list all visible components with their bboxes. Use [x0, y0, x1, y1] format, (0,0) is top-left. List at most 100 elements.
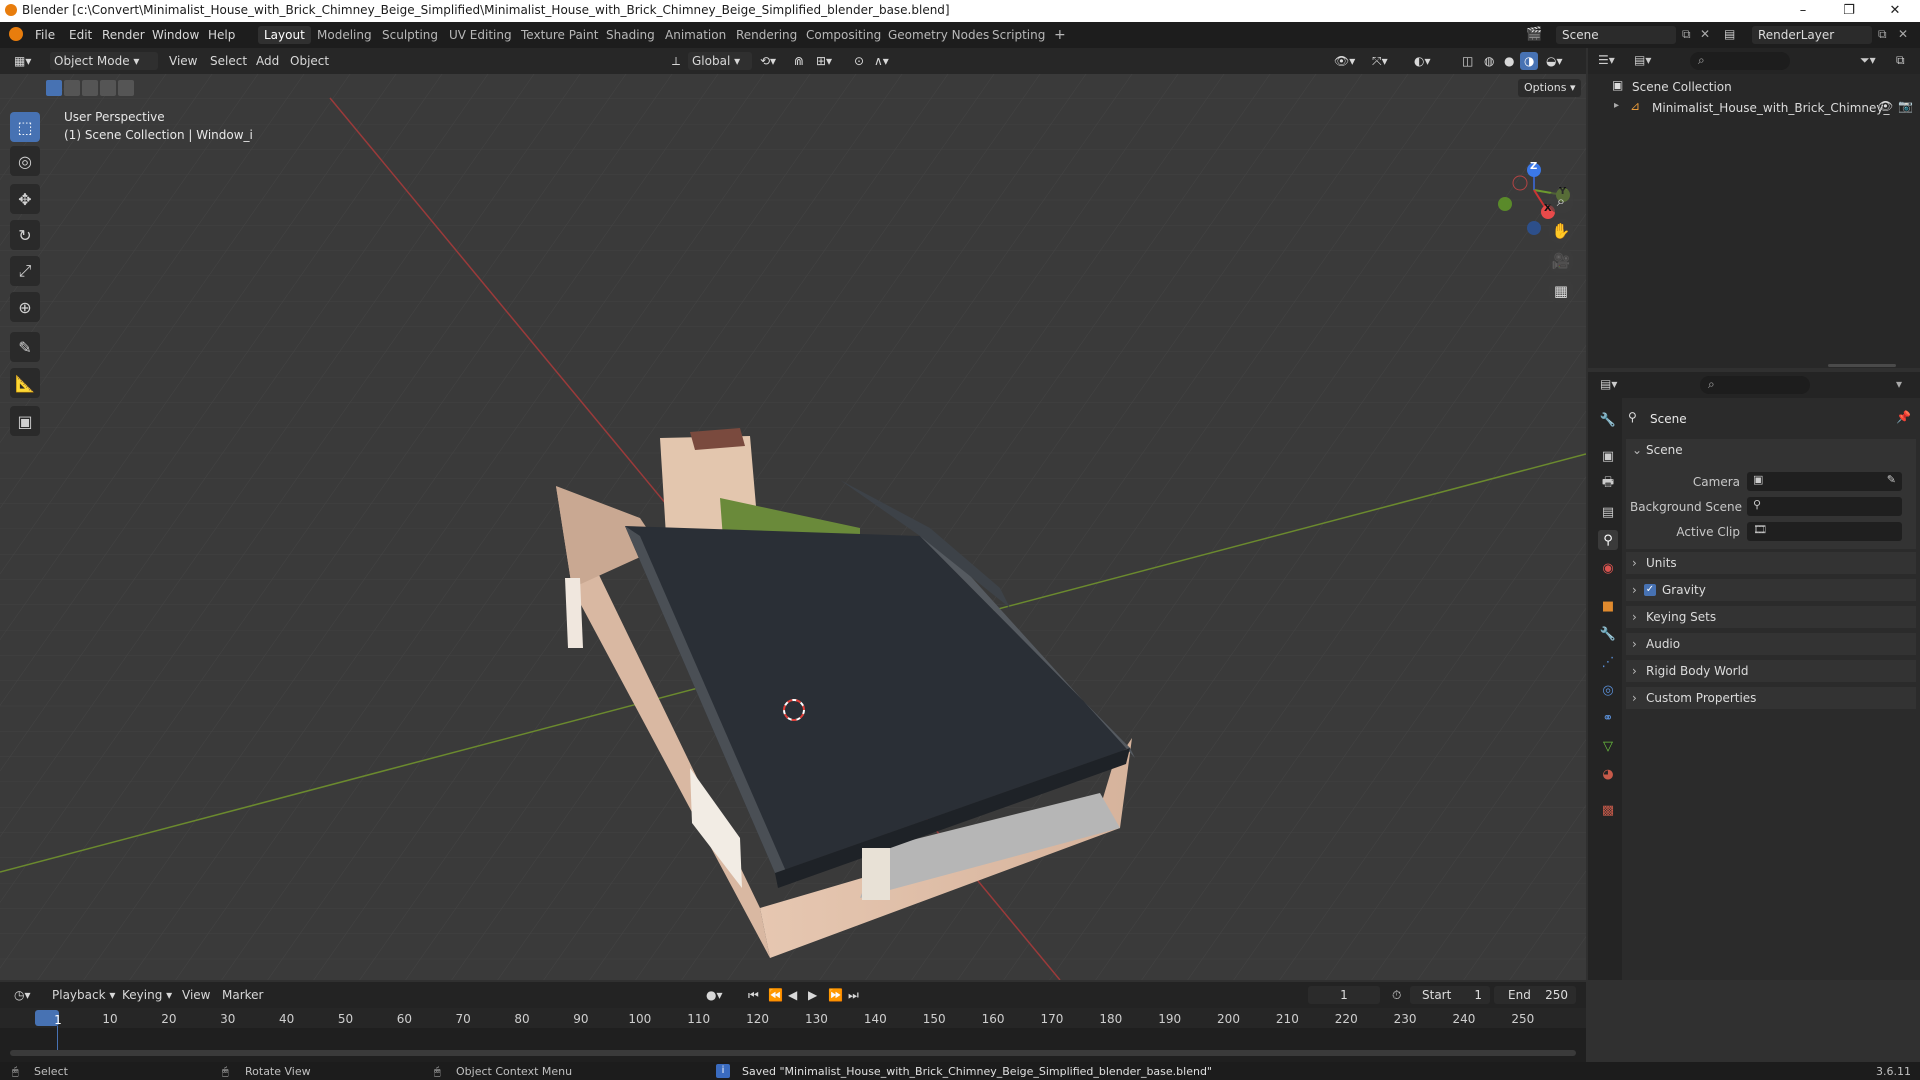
hide-eye-icon[interactable]: 👁 [1878, 99, 1893, 113]
timeline-scrollbar[interactable] [10, 1050, 1576, 1056]
properties-editor-type-icon[interactable]: ▤▾ [1600, 377, 1617, 391]
outliner-scrollbar[interactable] [1828, 364, 1896, 367]
viewport-menu-object[interactable]: Object [286, 52, 333, 70]
viewport-menu-add[interactable]: Add [252, 52, 283, 70]
select-mode-new-icon[interactable] [46, 80, 62, 96]
close-button[interactable]: ✕ [1872, 0, 1918, 22]
outliner-item-house[interactable]: Minimalist_House_with_Brick_Chimney_ [1652, 101, 1890, 115]
gizmo-toggle-icon[interactable]: ⤧▾ [1368, 52, 1392, 70]
units-panel[interactable]: › Units [1626, 552, 1916, 574]
tab-modeling[interactable]: Modeling [311, 26, 378, 44]
active-clip-field[interactable]: 🎞 [1747, 522, 1902, 541]
physics-tab-icon[interactable]: ◎ [1598, 680, 1618, 700]
solid-shading-icon[interactable]: ● [1500, 52, 1518, 70]
jump-end-icon[interactable]: ⏭ [844, 986, 863, 1004]
scene-selector[interactable]: Scene [1556, 26, 1676, 44]
snap-icon[interactable]: ⋒ [790, 52, 808, 70]
maximize-button[interactable]: ❐ [1826, 0, 1872, 22]
expand-arrow-icon[interactable]: ▸ [1614, 100, 1619, 111]
measure-tool[interactable]: 📐 [10, 368, 40, 398]
new-scene-icon[interactable]: ⧉ [1682, 27, 1691, 42]
properties-options-icon[interactable]: ▾ [1896, 377, 1902, 391]
keying-sets-panel[interactable]: › Keying Sets [1626, 606, 1916, 628]
overlay-toggle-icon[interactable]: ◐▾ [1410, 52, 1435, 70]
outliner-editor-type-icon[interactable]: ☰▾ [1598, 53, 1615, 67]
audio-panel[interactable]: › Audio [1626, 633, 1916, 655]
eyedropper-icon[interactable]: ✎ [1887, 473, 1896, 486]
custom-properties-panel[interactable]: › Custom Properties [1626, 687, 1916, 709]
timeline-menu-keying[interactable]: Keying ▾ [118, 986, 176, 1004]
scene-panel-header[interactable]: ⌄ Scene [1626, 439, 1916, 463]
view-layer-tab-icon[interactable]: ▤ [1598, 502, 1618, 522]
add-cube-tool[interactable]: ▣ [10, 406, 40, 436]
particles-tab-icon[interactable]: ⋰ [1598, 652, 1618, 672]
rigid-body-world-panel[interactable]: › Rigid Body World [1626, 660, 1916, 682]
timeline-menu-playback[interactable]: Playback ▾ [48, 986, 119, 1004]
render-tab-icon[interactable]: ▣ [1598, 446, 1618, 466]
timeline-menu-marker[interactable]: Marker [218, 986, 267, 1004]
render-camera-icon[interactable]: 📷 [1898, 99, 1913, 113]
menu-edit[interactable]: Edit [69, 28, 92, 42]
menu-help[interactable]: Help [208, 28, 235, 42]
gravity-checkbox[interactable]: ✓ [1644, 584, 1656, 596]
end-frame-field[interactable]: End 250 [1494, 986, 1576, 1004]
add-workspace-button[interactable]: + [1048, 26, 1072, 44]
xray-toggle-icon[interactable]: ◫ [1458, 52, 1477, 70]
proportional-edit-icon[interactable]: ⊙ [850, 52, 868, 70]
delete-view-layer-icon[interactable]: ✕ [1898, 27, 1908, 41]
tab-texture-paint[interactable]: Texture Paint [515, 26, 604, 44]
current-frame-field[interactable]: 1 [1308, 986, 1380, 1004]
tab-animation[interactable]: Animation [659, 26, 732, 44]
select-box-tool[interactable]: ⬚ [10, 112, 40, 142]
rendered-shading-icon[interactable]: ◒▾ [1542, 52, 1567, 70]
pin-icon[interactable]: 📌 [1896, 410, 1911, 424]
tab-scripting[interactable]: Scripting [986, 26, 1051, 44]
start-frame-field[interactable]: Start 1 [1410, 986, 1490, 1004]
play-reverse-icon[interactable]: ◀ [784, 986, 801, 1004]
tab-layout[interactable]: Layout [258, 26, 311, 44]
orientation-dropdown[interactable]: Global ▾ [688, 52, 752, 70]
scene-tab-icon[interactable]: ⚲ [1598, 530, 1618, 550]
world-tab-icon[interactable]: ◉ [1598, 558, 1618, 578]
timeline-menu-view[interactable]: View [178, 986, 214, 1004]
minimize-button[interactable]: – [1780, 0, 1826, 22]
select-mode-intersect-icon[interactable] [118, 80, 134, 96]
editor-type-icon[interactable]: ▦▾ [10, 52, 35, 70]
texture-tab-icon[interactable]: ▩ [1598, 800, 1618, 820]
transform-tool[interactable]: ⊕ [10, 292, 40, 322]
menu-window[interactable]: Window [152, 28, 199, 42]
select-mode-subtract-icon[interactable] [82, 80, 98, 96]
pivot-icon[interactable]: ⟲▾ [756, 52, 780, 70]
new-collection-icon[interactable]: ⧉ [1896, 53, 1905, 68]
outliner-search-input[interactable]: ⌕ [1690, 52, 1790, 70]
constraints-tab-icon[interactable]: ⚭ [1598, 708, 1618, 728]
output-tab-icon[interactable]: 🖶 [1598, 474, 1618, 494]
material-shading-icon[interactable]: ◑ [1520, 52, 1539, 70]
menu-render[interactable]: Render [102, 28, 145, 42]
outliner-root-label[interactable]: Scene Collection [1632, 80, 1732, 94]
camera-view-icon[interactable]: 🎥 [1548, 248, 1574, 274]
snap-target-icon[interactable]: ⊞▾ [812, 52, 836, 70]
viewport-menu-select[interactable]: Select [206, 52, 251, 70]
viewport-menu-view[interactable]: View [165, 52, 201, 70]
properties-search-input[interactable]: ⌕ [1700, 376, 1810, 394]
gravity-panel[interactable]: › ✓ Gravity [1626, 579, 1916, 601]
stopwatch-icon[interactable]: ⏱ [1388, 986, 1405, 1004]
tab-rendering[interactable]: Rendering [730, 26, 803, 44]
zoom-icon[interactable]: ⌕ [1548, 188, 1574, 214]
move-tool[interactable]: ✥ [10, 184, 40, 214]
tab-sculpting[interactable]: Sculpting [376, 26, 444, 44]
select-mode-invert-icon[interactable] [100, 80, 116, 96]
visibility-icon[interactable]: 👁▾ [1330, 52, 1359, 70]
view-layer-selector[interactable]: RenderLayer [1752, 26, 1872, 44]
data-tab-icon[interactable]: ▽ [1598, 736, 1618, 756]
gizmo-z-label[interactable]: Z [1530, 161, 1537, 172]
ortho-grid-icon[interactable]: ▦ [1548, 278, 1574, 304]
cursor-tool[interactable]: ◎ [10, 146, 40, 176]
pan-hand-icon[interactable]: ✋ [1548, 218, 1574, 244]
filter-icon[interactable]: ⏷▾ [1860, 53, 1876, 68]
scale-tool[interactable]: ⤢ [10, 256, 40, 286]
tab-shading[interactable]: Shading [600, 26, 661, 44]
delete-scene-icon[interactable]: ✕ [1700, 27, 1710, 41]
display-mode-icon[interactable]: ▤▾ [1634, 53, 1651, 67]
